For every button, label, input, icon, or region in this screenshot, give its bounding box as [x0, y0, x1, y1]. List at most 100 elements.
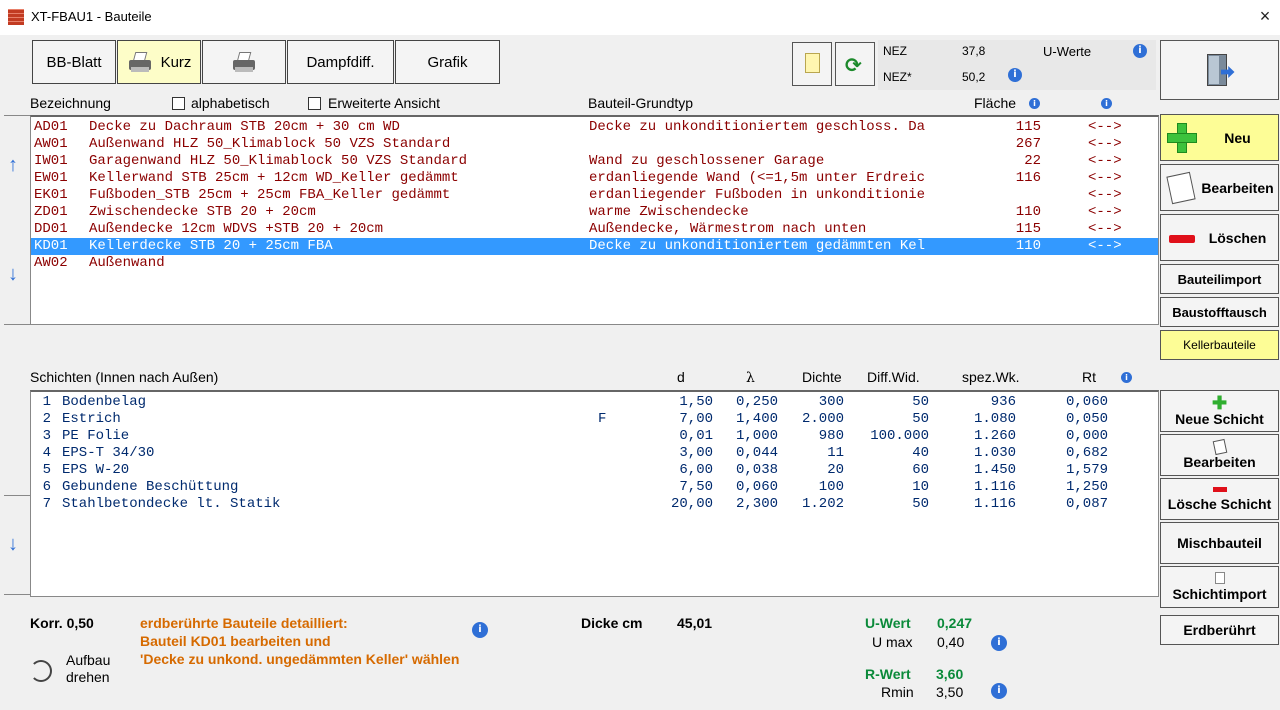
new-document-button[interactable] — [792, 42, 832, 86]
r-wert-value: 3,60 — [936, 666, 964, 682]
loeschen-label: Löschen — [1208, 229, 1267, 246]
schicht-row[interactable]: 1 Bodenbelag 1,50 0,250 300 50 936 0,060 — [31, 394, 1158, 411]
grafik-button[interactable]: Grafik — [395, 40, 500, 84]
bauteilimport-button[interactable]: Bauteilimport — [1160, 264, 1279, 294]
nez-info-icon[interactable]: i — [1008, 68, 1022, 82]
schicht-row[interactable]: 4 EPS-T 34/30 3,00 0,044 11 40 1.030 0,682 — [31, 445, 1158, 462]
print-button[interactable] — [202, 40, 286, 84]
bauteil-name: Kellerwand STB 25cm + 12cm WD_Keller ged… — [89, 170, 459, 186]
rt-info-icon[interactable]: i — [1121, 372, 1132, 383]
bauteil-flaeche: 116 — [1015, 170, 1041, 186]
erweiterte-ansicht-checkbox[interactable] — [308, 97, 321, 110]
bauteile-list[interactable]: AD01 Decke zu Dachraum STB 20cm + 30 cm W… — [30, 115, 1159, 325]
schicht-row[interactable]: 5 EPS W-20 6,00 0,038 20 60 1.450 1,579 — [31, 462, 1158, 479]
erweiterte-ansicht-label: Erweiterte Ansicht — [328, 95, 441, 111]
bauteil-link: <--> — [1088, 170, 1122, 186]
bauteil-row[interactable]: EK01 Fußboden_STB 25cm + 25cm FBA_Keller … — [31, 187, 1158, 204]
schicht-d: 7,00 — [679, 411, 713, 427]
mischbauteil-button[interactable]: Mischbauteil — [1160, 522, 1279, 564]
schicht-name: EPS W-20 — [62, 462, 130, 478]
erdberuehrt-button[interactable]: Erdberührt — [1160, 615, 1279, 645]
bauteil-row[interactable]: EW01 Kellerwand STB 25cm + 12cm WD_Keller… — [31, 170, 1158, 187]
schicht-spez: 1.116 — [973, 479, 1016, 495]
schicht-dichte: 20 — [827, 462, 844, 478]
schicht-rt: 0,050 — [1065, 411, 1108, 427]
schicht-name: Stahlbetondecke lt. Statik — [62, 496, 281, 512]
nez-panel — [878, 40, 1156, 90]
bauteil-link: <--> — [1088, 136, 1122, 152]
kellerbauteile-button[interactable]: Kellerbauteile — [1160, 330, 1279, 360]
schicht-bearbeiten-button[interactable]: Bearbeiten — [1160, 434, 1279, 476]
schichten-list[interactable]: 1 Bodenbelag 1,50 0,250 300 50 936 0,060 2 Estric… — [30, 390, 1159, 597]
drehen-label[interactable]: drehen — [66, 669, 110, 685]
loesche-schicht-button[interactable]: Lösche Schicht — [1160, 478, 1279, 520]
scroll-up-arrow-icon[interactable]: ↑ — [8, 154, 18, 177]
bauteil-code: KD01 — [34, 238, 68, 254]
bauteil-row[interactable]: KD01 Kellerdecke STB 20 + 25cm FBA Decke z… — [31, 238, 1158, 255]
kurz-label: Kurz — [160, 53, 192, 71]
schicht-lambda: 1,400 — [735, 411, 778, 427]
exit-button[interactable] — [1160, 40, 1279, 100]
baustofftausch-button[interactable]: Baustofftausch — [1160, 297, 1279, 327]
bauteil-typ: erdanliegender Fußboden in unkonditionie — [589, 187, 926, 203]
schicht-row[interactable]: 7 Stahlbetondecke lt. Statik 20,00 2,300 1.2… — [31, 496, 1158, 513]
schicht-row[interactable]: 6 Gebundene Beschüttung 7,50 0,060 100 10 1.11… — [31, 479, 1158, 496]
hint-info-icon[interactable]: i — [472, 622, 488, 638]
schicht-lambda: 0,038 — [735, 462, 778, 478]
schichtimport-button[interactable]: Schichtimport — [1160, 566, 1279, 608]
schicht-row[interactable]: 3 PE Folie 0,01 1,000 980 100.000 1.260 0,000 — [31, 428, 1158, 445]
schicht-name: Gebundene Beschüttung — [62, 479, 239, 495]
r-min-info-icon[interactable]: i — [991, 683, 1007, 699]
bauteil-row[interactable]: AD01 Decke zu Dachraum STB 20cm + 30 cm W… — [31, 119, 1158, 136]
bauteil-row[interactable]: AW01 Außenwand HLZ 50_Klimablock 50 VZS S… — [31, 136, 1158, 153]
bb-blatt-button[interactable]: BB-Blatt — [32, 40, 116, 84]
dampfdiff-button[interactable]: Dampfdiff. — [287, 40, 394, 84]
schicht-rt: 0,000 — [1065, 428, 1108, 444]
bearbeiten-button[interactable]: Bearbeiten — [1160, 164, 1279, 211]
u-max-info-icon[interactable]: i — [991, 635, 1007, 651]
bauteil-flaeche: 267 — [1015, 136, 1041, 152]
link-info-icon[interactable]: i — [1101, 98, 1112, 109]
schichten-scroll-down-arrow-icon[interactable]: ↓ — [8, 533, 18, 556]
bauteil-typ: Außendecke, Wärmestrom nach unten — [589, 221, 867, 237]
bauteil-typ: Wand zu geschlossener Garage — [589, 153, 825, 169]
schicht-name: Estrich — [62, 411, 121, 427]
u-werte-info-icon[interactable]: i — [1133, 44, 1147, 58]
close-button[interactable]: × — [1255, 6, 1275, 26]
refresh-button[interactable]: ⟳ — [835, 42, 875, 86]
flaeche-info-icon[interactable]: i — [1029, 98, 1040, 109]
nez-star-value: 50,2 — [962, 70, 986, 84]
bauteil-name: Zwischendecke STB 20 + 20cm — [89, 204, 316, 220]
bauteil-row[interactable]: ZD01 Zwischendecke STB 20 + 20cm warme Zwi… — [31, 204, 1158, 221]
spez-wk-header: spez.Wk. — [962, 369, 1020, 385]
u-werte-label: U-Werte — [1043, 44, 1092, 59]
d-header: d — [677, 369, 685, 385]
bauteil-name: Außendecke 12cm WDVS +STB 20 + 20cm — [89, 221, 384, 237]
neu-button[interactable]: Neu — [1160, 114, 1279, 161]
schicht-diff: 50 — [912, 411, 929, 427]
bauteil-code: EW01 — [34, 170, 68, 186]
loeschen-button[interactable]: Löschen — [1160, 214, 1279, 261]
kurz-button[interactable]: Kurz — [117, 40, 201, 84]
schicht-nr: 4 — [42, 445, 51, 461]
bauteil-row[interactable]: AW02 Außenwand — [31, 255, 1158, 272]
scroll-down-arrow-icon[interactable]: ↓ — [8, 263, 18, 286]
bauteil-row[interactable]: DD01 Außendecke 12cm WDVS +STB 20 + 20cm A… — [31, 221, 1158, 238]
bauteil-flaeche: 110 — [1015, 238, 1041, 254]
nez-label: NEZ — [883, 44, 907, 58]
rotate-icon[interactable] — [30, 660, 52, 682]
schicht-row[interactable]: 2 Estrich F 7,00 1,400 2.000 50 1.080 0,050 — [31, 411, 1158, 428]
neue-schicht-button[interactable]: ✚ Neue Schicht — [1160, 390, 1279, 432]
aufbau-label[interactable]: Aufbau — [66, 652, 110, 668]
schicht-diff: 50 — [912, 394, 929, 410]
app-icon — [8, 9, 24, 25]
schicht-bearbeiten-label: Bearbeiten — [1183, 454, 1256, 470]
dicke-value: 45,01 — [677, 615, 713, 631]
alphabetisch-checkbox[interactable] — [172, 97, 185, 110]
schicht-dichte: 2.000 — [801, 411, 844, 427]
bauteil-row[interactable]: IW01 Garagenwand HLZ 50_Klimablock 50 VZS… — [31, 153, 1158, 170]
dichte-header: Dichte — [802, 369, 842, 385]
bauteil-link: <--> — [1088, 238, 1122, 254]
schicht-rt: 0,087 — [1065, 496, 1108, 512]
schicht-spez: 1.260 — [973, 428, 1016, 444]
